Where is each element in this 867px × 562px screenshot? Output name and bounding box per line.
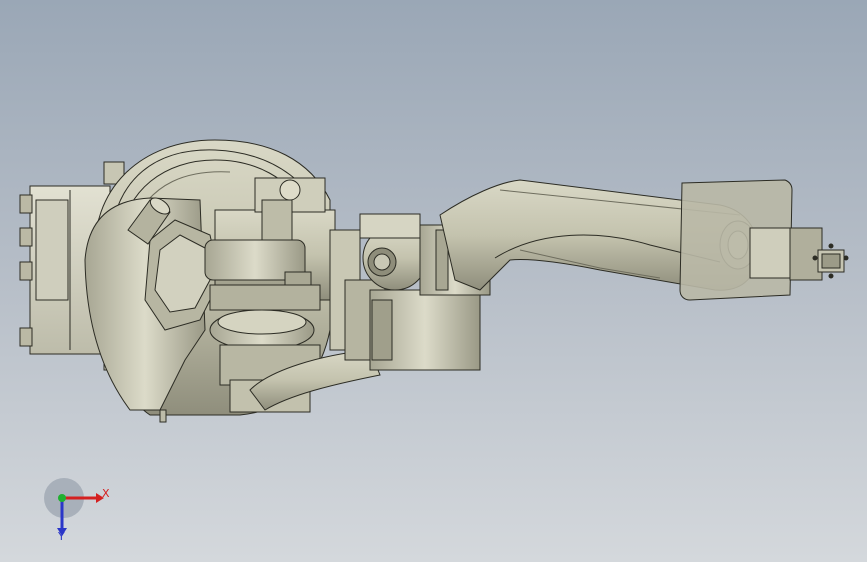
robot-arm-model[interactable]: [0, 0, 867, 562]
y-axis-label: Y: [58, 530, 65, 543]
z-axis-point-icon: [58, 494, 66, 502]
x-axis-label: X: [102, 487, 110, 500]
graphics-viewport[interactable]: X Y: [0, 0, 867, 562]
wrist-flange-plate[interactable]: [679, 179, 823, 301]
coordinate-triad: [40, 478, 130, 548]
